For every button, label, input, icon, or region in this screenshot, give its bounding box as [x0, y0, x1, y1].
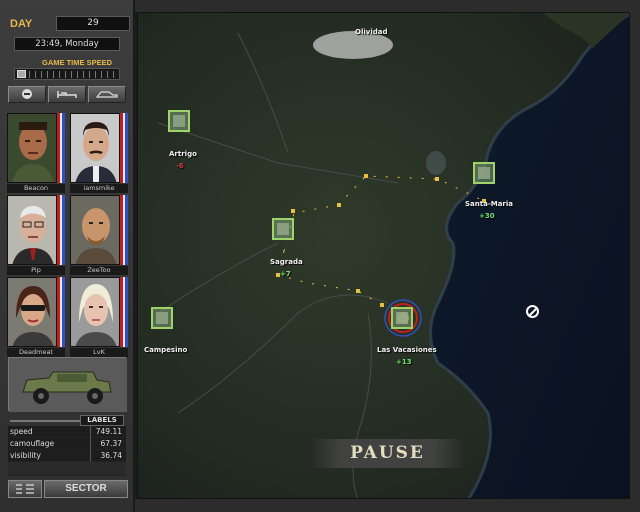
merc-name: LvK [70, 348, 128, 357]
map-frame-bottom [135, 499, 640, 512]
sidebar: DAY 29 23:49, Monday GAME TIME SPEED Bea… [0, 0, 135, 512]
vehicle-icon [95, 91, 118, 98]
world-map[interactable]: Olividad Artrigo -6 Santa-Maria +30 Sagr… [137, 12, 630, 499]
merc-portrait[interactable] [70, 277, 120, 347]
town-label-artrigo: Artrigo [169, 150, 197, 158]
merc-name: iamsmike [70, 184, 128, 193]
list-toggle-button[interactable] [8, 480, 42, 498]
game-time-speed-slider[interactable] [14, 68, 120, 80]
map-frame-top [135, 0, 640, 12]
stat-row: speed 749.11 [8, 426, 126, 438]
labels-row: LABELS [8, 415, 126, 426]
sector-marker-sagrada[interactable] [272, 218, 294, 240]
labels-divider [10, 420, 80, 422]
merc-card[interactable]: Beacon [7, 113, 66, 193]
stat-separator [90, 438, 91, 450]
stat-row-empty [8, 462, 126, 476]
merc-status-bars [57, 277, 66, 347]
stat-value: 67.37 [100, 439, 122, 448]
town-label-campesino: Campesino [144, 346, 188, 354]
stat-label: speed [10, 427, 33, 436]
stat-value: 36.74 [100, 451, 122, 460]
town-loyalty-santa-maria: +30 [479, 212, 495, 220]
jeep-icon [9, 358, 127, 412]
merc-name: Pip [7, 266, 65, 275]
town-label-olividad: Olividad [355, 28, 388, 36]
stat-row: camouflage 67.37 [8, 438, 126, 450]
game-time-speed-label: GAME TIME SPEED [42, 58, 113, 67]
merc-portrait[interactable] [7, 195, 57, 265]
merc-portrait[interactable] [7, 113, 57, 183]
merc-card[interactable]: LvK [70, 277, 129, 357]
town-label-sagrada: Sagrada [270, 258, 303, 266]
merc-portrait[interactable] [7, 277, 57, 347]
town-loyalty-las-vacasiones: +13 [396, 358, 412, 366]
stat-label: visibility [10, 451, 41, 460]
day-value: 29 [56, 16, 130, 31]
stat-label: camouflage [10, 439, 55, 448]
speed-slider-ticks [29, 71, 117, 78]
merc-card[interactable]: Pip [7, 195, 66, 275]
day-label: DAY [10, 18, 33, 30]
vehicle-button[interactable] [88, 86, 126, 103]
merc-status-bars [120, 277, 129, 347]
stat-row: visibility 36.74 [8, 450, 126, 462]
speed-slider-knob[interactable] [17, 70, 26, 78]
merc-status-bars [120, 195, 129, 265]
stop-button[interactable] [8, 86, 46, 103]
merc-status-bars [120, 113, 129, 183]
merc-name: ZeeToo [70, 266, 128, 275]
merc-card[interactable]: iamsmike [70, 113, 129, 193]
minus-circle-icon [22, 89, 32, 99]
stat-value: 749.11 [95, 427, 122, 436]
no-entry-cursor-icon [526, 305, 539, 318]
merc-status-bars [57, 113, 66, 183]
town-label-las-vacasiones: Las Vacasiones [377, 346, 437, 354]
stat-separator [90, 450, 91, 462]
merc-name: Beacon [7, 184, 65, 193]
merc-card[interactable]: Deadmeat [7, 277, 66, 357]
town-loyalty-sagrada: +7 [280, 270, 291, 278]
town-label-santa-maria: Santa-Maria [465, 200, 513, 208]
bottom-bar: SECTOR [8, 480, 128, 498]
merc-card[interactable]: ZeeToo [70, 195, 129, 275]
merc-portrait[interactable] [70, 113, 120, 183]
list-icon [16, 484, 34, 494]
bed-icon [57, 91, 77, 98]
sector-marker-artrigo[interactable] [168, 110, 190, 132]
day-row: DAY 29 [10, 16, 130, 34]
sector-button[interactable]: SECTOR [44, 480, 128, 498]
sector-marker-santa-maria[interactable] [473, 162, 495, 184]
vehicle-stats: LABELS speed 749.11 camouflage 67.37 vis… [8, 415, 126, 476]
merc-portrait[interactable] [70, 195, 120, 265]
map-frame-right [630, 0, 640, 512]
sector-marker-campesino[interactable] [151, 307, 173, 329]
sector-marker-las-vacasiones[interactable] [391, 307, 413, 329]
merc-name: Deadmeat [7, 348, 65, 357]
vehicle-display [8, 357, 127, 412]
toolbar [8, 86, 126, 103]
time-display: 23:49, Monday [14, 37, 120, 51]
stat-separator [90, 426, 91, 438]
sleep-button[interactable] [48, 86, 86, 103]
town-loyalty-artrigo: -6 [176, 162, 184, 170]
labels-button[interactable]: LABELS [80, 415, 124, 426]
pause-banner[interactable]: PAUSE [310, 439, 465, 468]
merc-status-bars [57, 195, 66, 265]
terrain-map [138, 13, 629, 498]
